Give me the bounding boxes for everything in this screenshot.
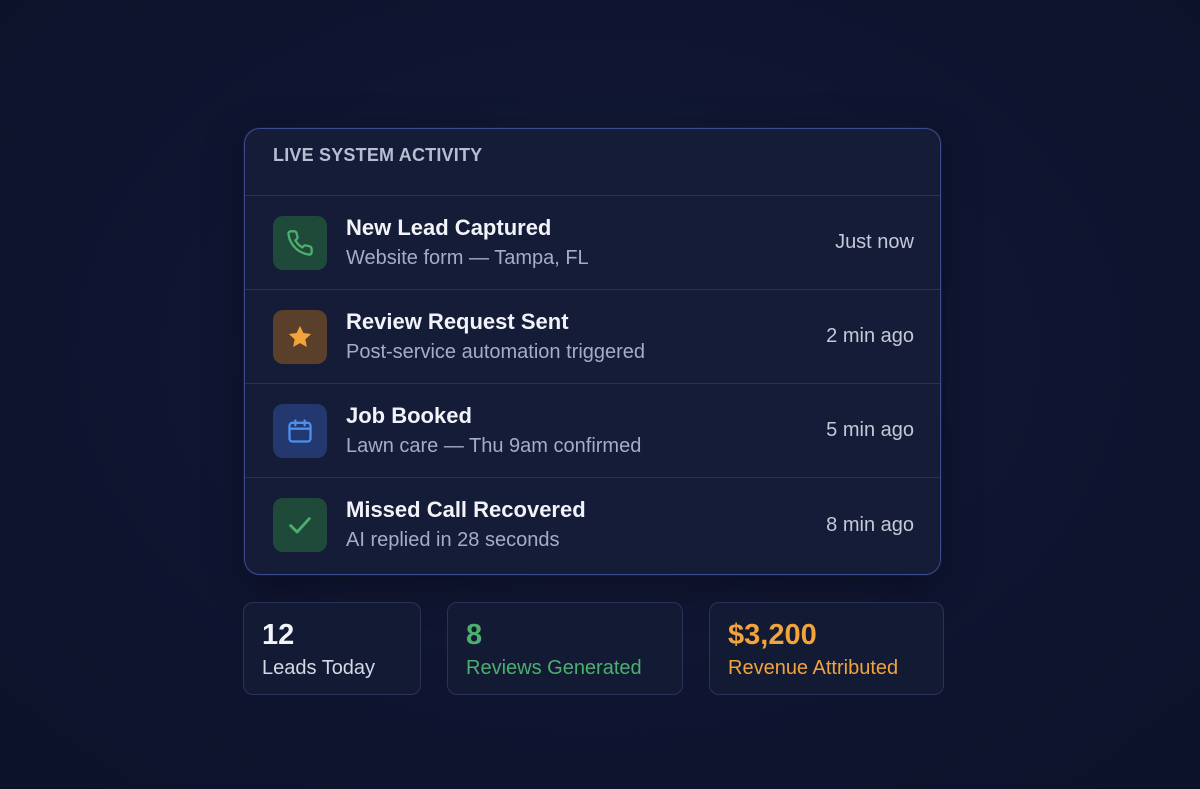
- activity-item-text: Job Booked Lawn care — Thu 9am confirmed: [346, 402, 826, 460]
- star-icon: [288, 325, 312, 347]
- stat-value: 8: [466, 619, 483, 651]
- activity-card: LIVE SYSTEM ACTIVITY New Lead Captured W…: [244, 128, 941, 575]
- activity-item-time: 2 min ago: [826, 325, 914, 347]
- stat-revenue-attributed: $3,200 Revenue Attributed: [709, 602, 944, 695]
- activity-item-title: New Lead Captured: [346, 214, 552, 240]
- activity-header: LIVE SYSTEM ACTIVITY: [245, 129, 940, 196]
- stat-label: Reviews Generated: [466, 657, 642, 679]
- activity-item-job-booked[interactable]: Job Booked Lawn care — Thu 9am confirmed…: [245, 384, 940, 478]
- calendar-icon-tile: [273, 403, 327, 458]
- stat-leads-today: 12 Leads Today: [243, 602, 421, 695]
- star-icon-tile: [273, 309, 327, 364]
- stat-value: 12: [262, 619, 295, 651]
- stat-label: Revenue Attributed: [728, 657, 899, 679]
- activity-item-new-lead[interactable]: New Lead Captured Website form — Tampa, …: [245, 196, 940, 290]
- activity-item-title: Job Booked: [346, 402, 472, 428]
- activity-item-time: 8 min ago: [826, 513, 914, 536]
- check-icon-tile: [273, 498, 327, 552]
- activity-item-text: New Lead Captured Website form — Tampa, …: [346, 214, 835, 272]
- activity-title: LIVE SYSTEM ACTIVITY: [273, 145, 483, 165]
- activity-item-title: Review Request Sent: [346, 308, 569, 334]
- stat-label: Leads Today: [262, 657, 376, 679]
- activity-item-subtitle: AI replied in 28 seconds: [346, 529, 560, 551]
- activity-item-text: Review Request Sent Post-service automat…: [346, 308, 826, 366]
- activity-item-review-request[interactable]: Review Request Sent Post-service automat…: [245, 290, 940, 384]
- activity-item-time: Just now: [835, 231, 914, 253]
- stat-value: $3,200: [728, 619, 817, 651]
- activity-item-time: 5 min ago: [826, 419, 914, 441]
- activity-item-text: Missed Call Recovered AI replied in 28 s…: [346, 496, 826, 554]
- calendar-icon: [288, 418, 312, 443]
- activity-item-title: Missed Call Recovered: [346, 497, 586, 522]
- stat-reviews-generated: 8 Reviews Generated: [447, 602, 683, 695]
- phone-icon: [287, 229, 313, 256]
- activity-item-subtitle: Lawn care — Thu 9am confirmed: [346, 434, 642, 457]
- check-icon: [289, 517, 311, 534]
- phone-icon-tile: [273, 215, 327, 270]
- activity-item-missed-call[interactable]: Missed Call Recovered AI replied in 28 s…: [245, 478, 940, 572]
- activity-item-subtitle: Post-service automation triggered: [346, 340, 646, 363]
- activity-item-subtitle: Website form — Tampa, FL: [346, 246, 589, 269]
